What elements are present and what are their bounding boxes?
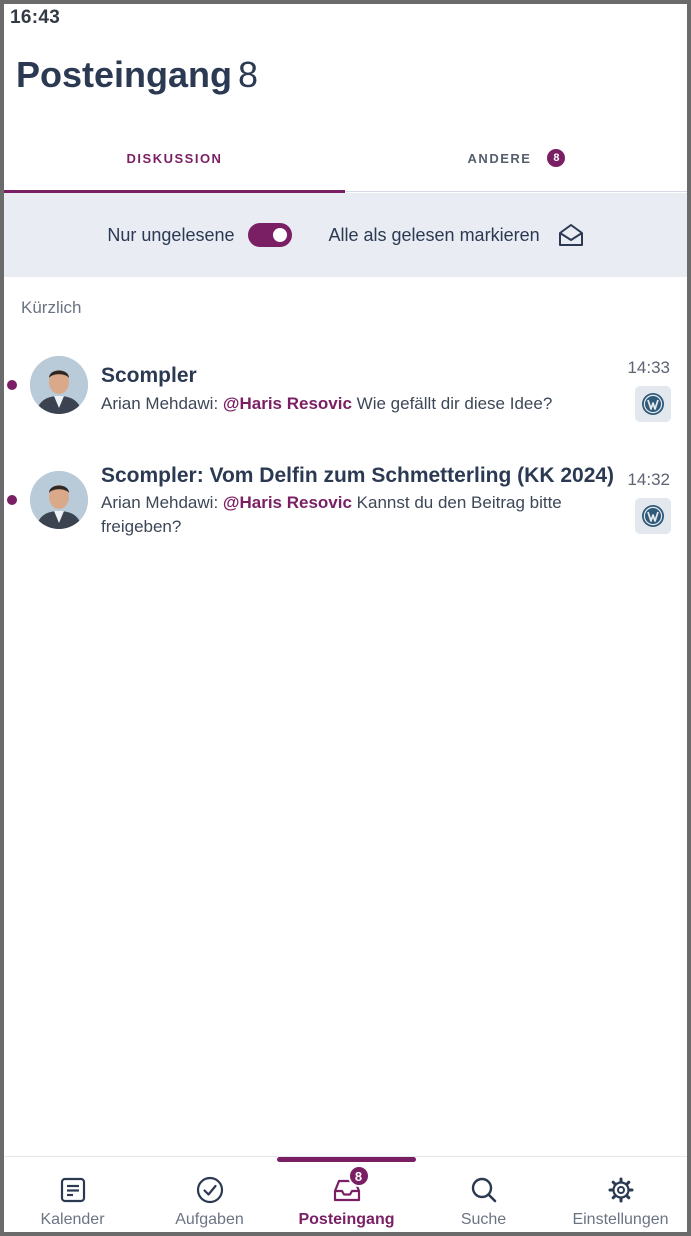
page-title-text: Posteingang xyxy=(16,54,233,95)
avatar xyxy=(30,471,88,529)
unread-toggle[interactable] xyxy=(248,223,293,247)
nav-item-posteingang[interactable]: 8 Posteingang xyxy=(278,1157,415,1232)
check-circle-icon xyxy=(196,1176,223,1204)
mark-all-read-button[interactable]: Alle als gelesen markieren xyxy=(328,223,583,247)
filter-bar: Nur ungelesene Alle als gelesen markiere… xyxy=(4,193,687,277)
unread-dot xyxy=(7,495,17,505)
avatar xyxy=(30,356,88,414)
nav-item-suche[interactable]: Suche xyxy=(415,1157,552,1232)
bottom-nav: Kalender Aufgaben 8 Posteingang Suche Ei… xyxy=(4,1156,687,1232)
nav-label-aufgaben: Aufgaben xyxy=(175,1211,244,1228)
unread-filter-label: Nur ungelesene xyxy=(107,224,235,245)
item-preview: Arian Mehdawi: @Haris Resovic Wie gefäll… xyxy=(101,392,611,416)
nav-label-posteingang: Posteingang xyxy=(298,1211,395,1228)
app-screen: 16:43 Posteingang 8 DISKUSSION ANDERE 8 N… xyxy=(4,4,687,1232)
page-title: Posteingang 8 xyxy=(16,54,258,96)
gear-icon xyxy=(608,1177,633,1203)
tab-andere[interactable]: ANDERE 8 xyxy=(346,124,687,192)
envelope-open-icon xyxy=(558,224,583,246)
calendar-icon xyxy=(60,1177,85,1203)
inbox-item[interactable]: Scompler Arian Mehdawi: @Haris Resovic W… xyxy=(4,354,687,434)
item-title: Scompler: Vom Delfin zum Schmetterling (… xyxy=(101,464,615,487)
item-mention[interactable]: @Haris Resovic xyxy=(223,394,352,413)
item-time: 14:32 xyxy=(627,470,670,489)
tab-andere-badge: 8 xyxy=(547,149,566,167)
item-title: Scompler xyxy=(101,364,197,387)
wordpress-badge xyxy=(635,386,671,422)
search-icon xyxy=(471,1177,496,1203)
nav-item-einstellungen[interactable]: Einstellungen xyxy=(552,1157,687,1232)
nav-badge-posteingang: 8 xyxy=(347,1165,370,1187)
unread-dot xyxy=(7,380,17,390)
inbox-item[interactable]: Scompler: Vom Delfin zum Schmetterling (… xyxy=(4,464,687,554)
mark-all-read-label: Alle als gelesen markieren xyxy=(328,224,540,245)
item-time: 14:33 xyxy=(627,358,670,377)
nav-label-kalender: Kalender xyxy=(40,1211,105,1228)
nav-item-kalender[interactable]: Kalender xyxy=(4,1157,141,1232)
item-author: Arian Mehdawi: xyxy=(101,493,219,512)
tab-diskussion[interactable]: DISKUSSION xyxy=(4,124,345,193)
wordpress-icon xyxy=(642,505,664,527)
wordpress-badge xyxy=(635,498,671,534)
wordpress-icon xyxy=(642,393,664,415)
nav-label-suche: Suche xyxy=(460,1211,507,1228)
item-author: Arian Mehdawi: xyxy=(101,394,219,413)
section-label-recent: Kürzlich xyxy=(21,298,82,317)
item-text: Wie gefällt dir diese Idee? xyxy=(356,394,553,413)
page-title-count: 8 xyxy=(238,54,259,95)
tab-bar: DISKUSSION ANDERE 8 xyxy=(4,124,687,193)
status-time: 16:43 xyxy=(10,7,61,28)
nav-item-aufgaben[interactable]: Aufgaben xyxy=(141,1157,278,1232)
tab-diskussion-label: DISKUSSION xyxy=(126,150,223,166)
item-preview: Arian Mehdawi: @Haris Resovic Kannst du … xyxy=(101,491,611,539)
item-mention[interactable]: @Haris Resovic xyxy=(223,493,352,512)
nav-label-einstellungen: Einstellungen xyxy=(572,1211,669,1228)
tab-andere-label: ANDERE xyxy=(467,150,532,166)
